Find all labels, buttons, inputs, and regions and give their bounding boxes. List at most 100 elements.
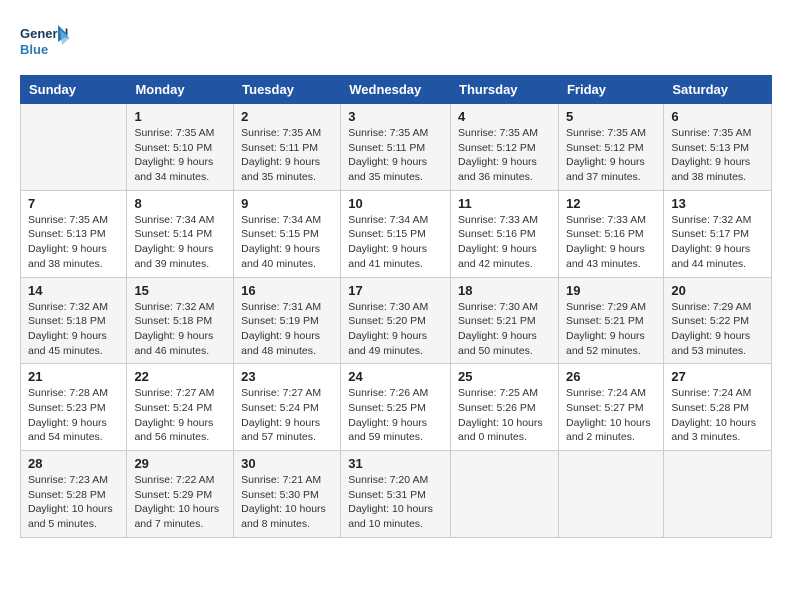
day-number: 19 (566, 283, 656, 298)
header-saturday: Saturday (664, 76, 772, 104)
day-number: 5 (566, 109, 656, 124)
calendar-cell (451, 451, 559, 538)
cell-content: Sunrise: 7:28 AMSunset: 5:23 PMDaylight:… (28, 386, 119, 445)
cell-content: Sunrise: 7:30 AMSunset: 5:21 PMDaylight:… (458, 300, 551, 359)
header-wednesday: Wednesday (341, 76, 451, 104)
calendar-cell: 30Sunrise: 7:21 AMSunset: 5:30 PMDayligh… (234, 451, 341, 538)
day-number: 8 (134, 196, 226, 211)
week-row-4: 21 Sunrise: 7:28 AMSunset: 5:23 PMDayligh… (21, 364, 772, 451)
calendar-cell: 17 Sunrise: 7:30 AMSunset: 5:20 PMDayligh… (341, 277, 451, 364)
day-number: 1 (134, 109, 226, 124)
cell-content: Sunrise: 7:32 AMSunset: 5:17 PMDaylight:… (671, 213, 764, 272)
day-number: 31 (348, 456, 443, 471)
logo: General Blue (20, 20, 76, 65)
calendar-header-row: SundayMondayTuesdayWednesdayThursdayFrid… (21, 76, 772, 104)
day-number: 12 (566, 196, 656, 211)
day-number: 15 (134, 283, 226, 298)
calendar-cell: 22Sunrise: 7:27 AMSunset: 5:24 PMDayligh… (127, 364, 234, 451)
week-row-3: 14 Sunrise: 7:32 AMSunset: 5:18 PMDayligh… (21, 277, 772, 364)
day-number: 4 (458, 109, 551, 124)
cell-content: Sunrise: 7:33 AMSunset: 5:16 PMDaylight:… (566, 213, 656, 272)
cell-content: Sunrise: 7:24 AMSunset: 5:27 PMDaylight:… (566, 386, 656, 445)
day-number: 10 (348, 196, 443, 211)
cell-content: Sunrise: 7:31 AMSunset: 5:19 PMDaylight:… (241, 300, 333, 359)
cell-content: Sunrise: 7:30 AMSunset: 5:20 PMDaylight:… (348, 300, 443, 359)
calendar-cell: 27Sunrise: 7:24 AMSunset: 5:28 PMDayligh… (664, 364, 772, 451)
calendar-cell: 6 Sunrise: 7:35 AMSunset: 5:13 PMDaylight… (664, 104, 772, 191)
calendar-cell (21, 104, 127, 191)
cell-content: Sunrise: 7:34 AMSunset: 5:15 PMDaylight:… (241, 213, 333, 272)
day-number: 9 (241, 196, 333, 211)
day-number: 23 (241, 369, 333, 384)
calendar-cell: 7 Sunrise: 7:35 AMSunset: 5:13 PMDaylight… (21, 190, 127, 277)
calendar-cell: 20Sunrise: 7:29 AMSunset: 5:22 PMDayligh… (664, 277, 772, 364)
page-header: General Blue (20, 20, 772, 65)
calendar-cell (664, 451, 772, 538)
header-friday: Friday (558, 76, 663, 104)
day-number: 26 (566, 369, 656, 384)
calendar-cell: 21 Sunrise: 7:28 AMSunset: 5:23 PMDayligh… (21, 364, 127, 451)
cell-content: Sunrise: 7:25 AMSunset: 5:26 PMDaylight:… (458, 386, 551, 445)
header-monday: Monday (127, 76, 234, 104)
calendar-cell: 29 Sunrise: 7:22 AMSunset: 5:29 PMDayligh… (127, 451, 234, 538)
header-tuesday: Tuesday (234, 76, 341, 104)
week-row-1: 1 Sunrise: 7:35 AMSunset: 5:10 PMDaylight… (21, 104, 772, 191)
day-number: 28 (28, 456, 119, 471)
day-number: 20 (671, 283, 764, 298)
cell-content: Sunrise: 7:34 AMSunset: 5:14 PMDaylight:… (134, 213, 226, 272)
cell-content: Sunrise: 7:21 AMSunset: 5:30 PMDaylight:… (241, 473, 333, 532)
calendar-cell: 13 Sunrise: 7:32 AMSunset: 5:17 PMDayligh… (664, 190, 772, 277)
calendar-cell: 4Sunrise: 7:35 AMSunset: 5:12 PMDaylight… (451, 104, 559, 191)
calendar-cell: 12 Sunrise: 7:33 AMSunset: 5:16 PMDayligh… (558, 190, 663, 277)
calendar-cell: 15 Sunrise: 7:32 AMSunset: 5:18 PMDayligh… (127, 277, 234, 364)
cell-content: Sunrise: 7:29 AMSunset: 5:21 PMDaylight:… (566, 300, 656, 359)
day-number: 7 (28, 196, 119, 211)
cell-content: Sunrise: 7:35 AMSunset: 5:10 PMDaylight:… (134, 126, 226, 185)
cell-content: Sunrise: 7:20 AMSunset: 5:31 PMDaylight:… (348, 473, 443, 532)
calendar-cell: 25Sunrise: 7:25 AMSunset: 5:26 PMDayligh… (451, 364, 559, 451)
cell-content: Sunrise: 7:35 AMSunset: 5:13 PMDaylight:… (28, 213, 119, 272)
day-number: 18 (458, 283, 551, 298)
calendar-cell: 9 Sunrise: 7:34 AMSunset: 5:15 PMDaylight… (234, 190, 341, 277)
day-number: 2 (241, 109, 333, 124)
calendar-cell: 16 Sunrise: 7:31 AMSunset: 5:19 PMDayligh… (234, 277, 341, 364)
cell-content: Sunrise: 7:32 AMSunset: 5:18 PMDaylight:… (134, 300, 226, 359)
day-number: 21 (28, 369, 119, 384)
cell-content: Sunrise: 7:26 AMSunset: 5:25 PMDaylight:… (348, 386, 443, 445)
cell-content: Sunrise: 7:35 AMSunset: 5:13 PMDaylight:… (671, 126, 764, 185)
calendar-cell: 23 Sunrise: 7:27 AMSunset: 5:24 PMDayligh… (234, 364, 341, 451)
day-number: 6 (671, 109, 764, 124)
week-row-2: 7 Sunrise: 7:35 AMSunset: 5:13 PMDaylight… (21, 190, 772, 277)
calendar-cell (558, 451, 663, 538)
day-number: 27 (671, 369, 764, 384)
day-number: 13 (671, 196, 764, 211)
calendar-cell: 24 Sunrise: 7:26 AMSunset: 5:25 PMDayligh… (341, 364, 451, 451)
day-number: 11 (458, 196, 551, 211)
calendar-cell: 14 Sunrise: 7:32 AMSunset: 5:18 PMDayligh… (21, 277, 127, 364)
calendar-cell: 2 Sunrise: 7:35 AMSunset: 5:11 PMDaylight… (234, 104, 341, 191)
week-row-5: 28 Sunrise: 7:23 AMSunset: 5:28 PMDayligh… (21, 451, 772, 538)
calendar-cell: 11 Sunrise: 7:33 AMSunset: 5:16 PMDayligh… (451, 190, 559, 277)
day-number: 14 (28, 283, 119, 298)
day-number: 3 (348, 109, 443, 124)
cell-content: Sunrise: 7:35 AMSunset: 5:11 PMDaylight:… (241, 126, 333, 185)
calendar-cell: 26 Sunrise: 7:24 AMSunset: 5:27 PMDayligh… (558, 364, 663, 451)
day-number: 16 (241, 283, 333, 298)
cell-content: Sunrise: 7:27 AMSunset: 5:24 PMDaylight:… (241, 386, 333, 445)
cell-content: Sunrise: 7:34 AMSunset: 5:15 PMDaylight:… (348, 213, 443, 272)
day-number: 24 (348, 369, 443, 384)
calendar-cell: 8 Sunrise: 7:34 AMSunset: 5:14 PMDaylight… (127, 190, 234, 277)
cell-content: Sunrise: 7:32 AMSunset: 5:18 PMDaylight:… (28, 300, 119, 359)
day-number: 17 (348, 283, 443, 298)
cell-content: Sunrise: 7:33 AMSunset: 5:16 PMDaylight:… (458, 213, 551, 272)
calendar-cell: 31 Sunrise: 7:20 AMSunset: 5:31 PMDayligh… (341, 451, 451, 538)
cell-content: Sunrise: 7:23 AMSunset: 5:28 PMDaylight:… (28, 473, 119, 532)
cell-content: Sunrise: 7:35 AMSunset: 5:12 PMDaylight:… (566, 126, 656, 185)
calendar-cell: 3Sunrise: 7:35 AMSunset: 5:11 PMDaylight… (341, 104, 451, 191)
day-number: 29 (134, 456, 226, 471)
cell-content: Sunrise: 7:22 AMSunset: 5:29 PMDaylight:… (134, 473, 226, 532)
cell-content: Sunrise: 7:27 AMSunset: 5:24 PMDaylight:… (134, 386, 226, 445)
calendar-table: SundayMondayTuesdayWednesdayThursdayFrid… (20, 75, 772, 538)
header-thursday: Thursday (451, 76, 559, 104)
calendar-cell: 28 Sunrise: 7:23 AMSunset: 5:28 PMDayligh… (21, 451, 127, 538)
